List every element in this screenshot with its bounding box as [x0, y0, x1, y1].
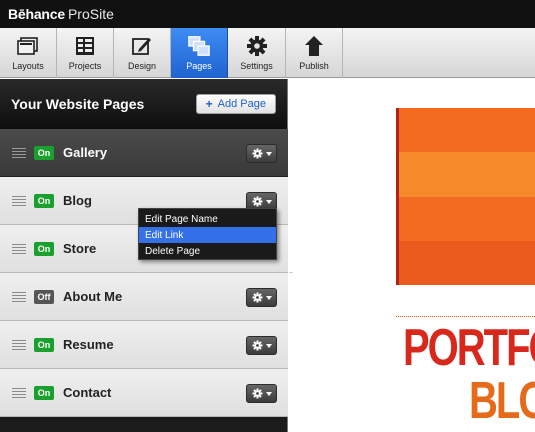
menu-item-edit-link[interactable]: Edit Link: [139, 227, 276, 243]
page-options-menu: Edit Page Name Edit Link Delete Page: [138, 208, 277, 260]
main-toolbar: Layouts Projects Design Pages Settings P…: [0, 28, 535, 78]
projects-icon: [73, 34, 97, 58]
page-options-button[interactable]: [246, 144, 277, 163]
page-status-toggle[interactable]: On: [34, 145, 54, 160]
gear-icon: [252, 292, 262, 303]
page-label: About Me: [63, 289, 123, 304]
layouts-icon: [16, 34, 40, 58]
page-status-toggle[interactable]: On: [34, 241, 54, 256]
toolbar-label: Settings: [240, 61, 273, 71]
menu-item-delete-page[interactable]: Delete Page: [139, 243, 276, 259]
page-label: Blog: [63, 193, 92, 208]
page-status-toggle[interactable]: On: [34, 385, 54, 400]
gear-icon: [252, 388, 262, 399]
page-label: Store: [63, 241, 97, 256]
page-row-contact[interactable]: On Contact: [0, 369, 288, 417]
toolbar-pages-button[interactable]: Pages: [171, 28, 228, 78]
toolbar-projects-button[interactable]: Projects: [57, 28, 114, 78]
add-page-button[interactable]: + Add Page: [195, 94, 276, 114]
toolbar-label: Projects: [68, 61, 102, 71]
hero-band: [399, 108, 535, 153]
pages-list: On Gallery On Blog On Store Off About Me: [0, 129, 288, 417]
gear-icon: [252, 148, 262, 159]
toolbar-label: Publish: [299, 61, 329, 71]
page-label: Gallery: [63, 145, 108, 160]
drag-handle-icon[interactable]: [12, 291, 26, 302]
brand-logo: Bēhance: [8, 6, 65, 22]
design-icon: [130, 34, 154, 58]
preview-divider: [289, 272, 293, 273]
page-status-toggle[interactable]: On: [34, 193, 54, 208]
plus-icon: +: [205, 97, 213, 111]
pages-panel-header: Your Website Pages + Add Page: [0, 79, 287, 129]
page-label: Contact: [63, 385, 112, 400]
toolbar-label: Design: [127, 61, 156, 71]
preview-dotted-rule: [396, 316, 535, 317]
gear-icon: [252, 340, 262, 351]
brand-product: ProSite: [67, 6, 114, 22]
page-options-button[interactable]: [246, 288, 277, 307]
preview-hero-image: [396, 108, 535, 285]
page-row-about-me[interactable]: Off About Me: [0, 273, 288, 321]
chevron-down-icon: [265, 151, 272, 156]
toolbar-layouts-button[interactable]: Layouts: [0, 28, 57, 78]
hero-band: [399, 152, 535, 197]
panel-title: Your Website Pages: [11, 96, 145, 112]
settings-icon: [245, 34, 269, 58]
pages-icon: [187, 34, 211, 58]
chevron-down-icon: [265, 343, 272, 348]
drag-handle-icon[interactable]: [12, 195, 26, 206]
toolbar-label: Pages: [186, 61, 212, 71]
hero-band: [399, 196, 535, 241]
publish-icon: [302, 34, 326, 58]
chevron-down-icon: [265, 199, 272, 204]
page-row-gallery[interactable]: On Gallery: [0, 129, 288, 177]
chevron-down-icon: [265, 295, 272, 300]
page-status-toggle[interactable]: On: [34, 337, 54, 352]
toolbar-label: Layouts: [12, 61, 44, 71]
menu-item-edit-page-name[interactable]: Edit Page Name: [139, 211, 276, 227]
page-status-toggle[interactable]: Off: [34, 289, 54, 304]
toolbar-design-button[interactable]: Design: [114, 28, 171, 78]
page-options-button[interactable]: [246, 384, 277, 403]
page-label: Resume: [63, 337, 114, 352]
add-page-label: Add Page: [217, 98, 266, 110]
gear-icon: [252, 196, 262, 207]
hero-band: [399, 240, 535, 285]
page-options-button[interactable]: [246, 336, 277, 355]
page-row-resume[interactable]: On Resume: [0, 321, 288, 369]
drag-handle-icon[interactable]: [12, 147, 26, 158]
drag-handle-icon[interactable]: [12, 387, 26, 398]
preview-heading-blog: BLOG: [469, 375, 535, 430]
toolbar-settings-button[interactable]: Settings: [228, 28, 286, 78]
drag-handle-icon[interactable]: [12, 339, 26, 350]
drag-handle-icon[interactable]: [12, 243, 26, 254]
chevron-down-icon: [265, 391, 272, 396]
app-title-bar: Bēhance ProSite: [0, 0, 535, 28]
toolbar-publish-button[interactable]: Publish: [286, 28, 343, 78]
